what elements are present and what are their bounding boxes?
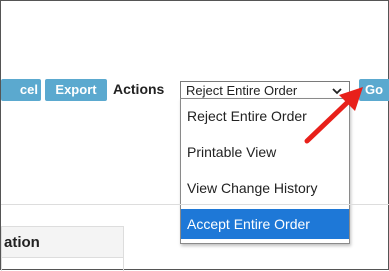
menu-item-accept-entire-order[interactable]: Accept Entire Order: [181, 209, 349, 239]
table-header-cell: ation: [1, 226, 124, 258]
table-header-label: ation: [4, 234, 40, 251]
menu-item-view-change-history[interactable]: View Change History: [181, 173, 349, 203]
export-button[interactable]: Export: [45, 79, 107, 101]
cancel-button[interactable]: cel: [1, 79, 41, 101]
actions-label: Actions: [113, 81, 165, 97]
section-divider: [1, 204, 389, 205]
red-arrow-icon: [304, 87, 363, 144]
table-row: [1, 258, 124, 271]
actions-select-value: Reject Entire Order: [186, 83, 298, 98]
